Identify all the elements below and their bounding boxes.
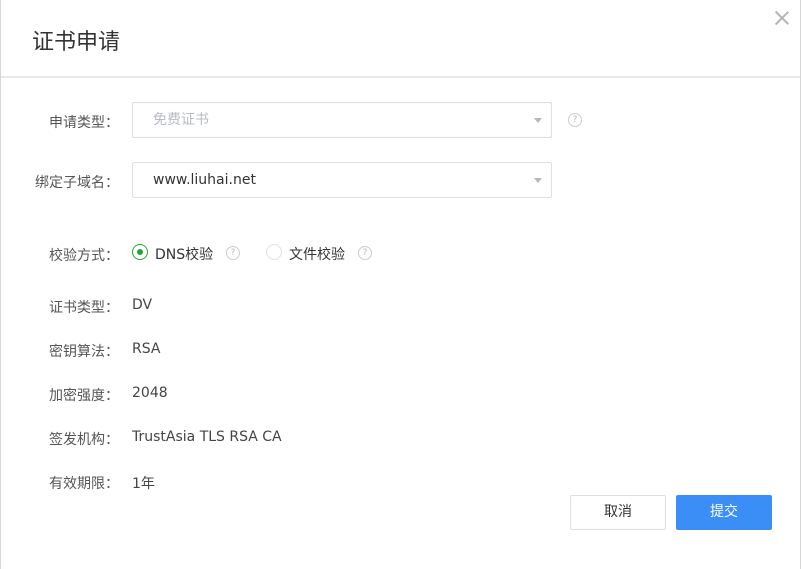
- radio-dns-verify[interactable]: [132, 244, 148, 260]
- issuer-label: 签发机构：: [49, 432, 119, 448]
- cancel-button[interactable]: 取消: [570, 495, 666, 530]
- apply-type-label: 申请类型：: [49, 115, 119, 131]
- cert-apply-dialog: 证书申请 申请类型： 免费证书 ? 绑定子域名： www.liuhai.net …: [0, 0, 801, 569]
- key-algorithm-label: 密钥算法：: [49, 344, 119, 360]
- issuer-value: TrustAsia TLS RSA CA: [132, 429, 282, 445]
- radio-file-verify-label[interactable]: 文件校验: [289, 244, 345, 264]
- validity-value: 1年: [132, 476, 155, 492]
- apply-type-select[interactable]: 免费证书: [132, 102, 552, 138]
- help-icon[interactable]: ?: [358, 246, 372, 260]
- key-strength-label: 加密强度：: [49, 388, 119, 404]
- radio-file-verify[interactable]: [266, 244, 282, 260]
- chevron-down-icon: [534, 178, 542, 183]
- key-strength-value: 2048: [132, 385, 168, 401]
- dialog-header: 证书申请: [1, 0, 800, 78]
- radio-dns-verify-label[interactable]: DNS校验: [155, 244, 213, 264]
- subdomain-select[interactable]: www.liuhai.net: [132, 162, 552, 198]
- help-icon[interactable]: ?: [226, 246, 240, 260]
- submit-button[interactable]: 提交: [676, 495, 772, 530]
- help-icon[interactable]: ?: [568, 113, 582, 127]
- apply-type-placeholder: 免费证书: [153, 112, 209, 128]
- subdomain-value: www.liuhai.net: [153, 172, 256, 188]
- cert-type-value: DV: [132, 297, 153, 313]
- chevron-down-icon: [534, 118, 542, 123]
- subdomain-label: 绑定子域名：: [35, 175, 119, 191]
- key-algorithm-value: RSA: [132, 341, 161, 357]
- validity-label: 有效期限：: [49, 476, 119, 492]
- verify-method-label: 校验方式：: [49, 248, 119, 264]
- dialog-title: 证书申请: [32, 30, 121, 55]
- close-icon[interactable]: [773, 9, 791, 27]
- cert-type-label: 证书类型：: [49, 300, 119, 316]
